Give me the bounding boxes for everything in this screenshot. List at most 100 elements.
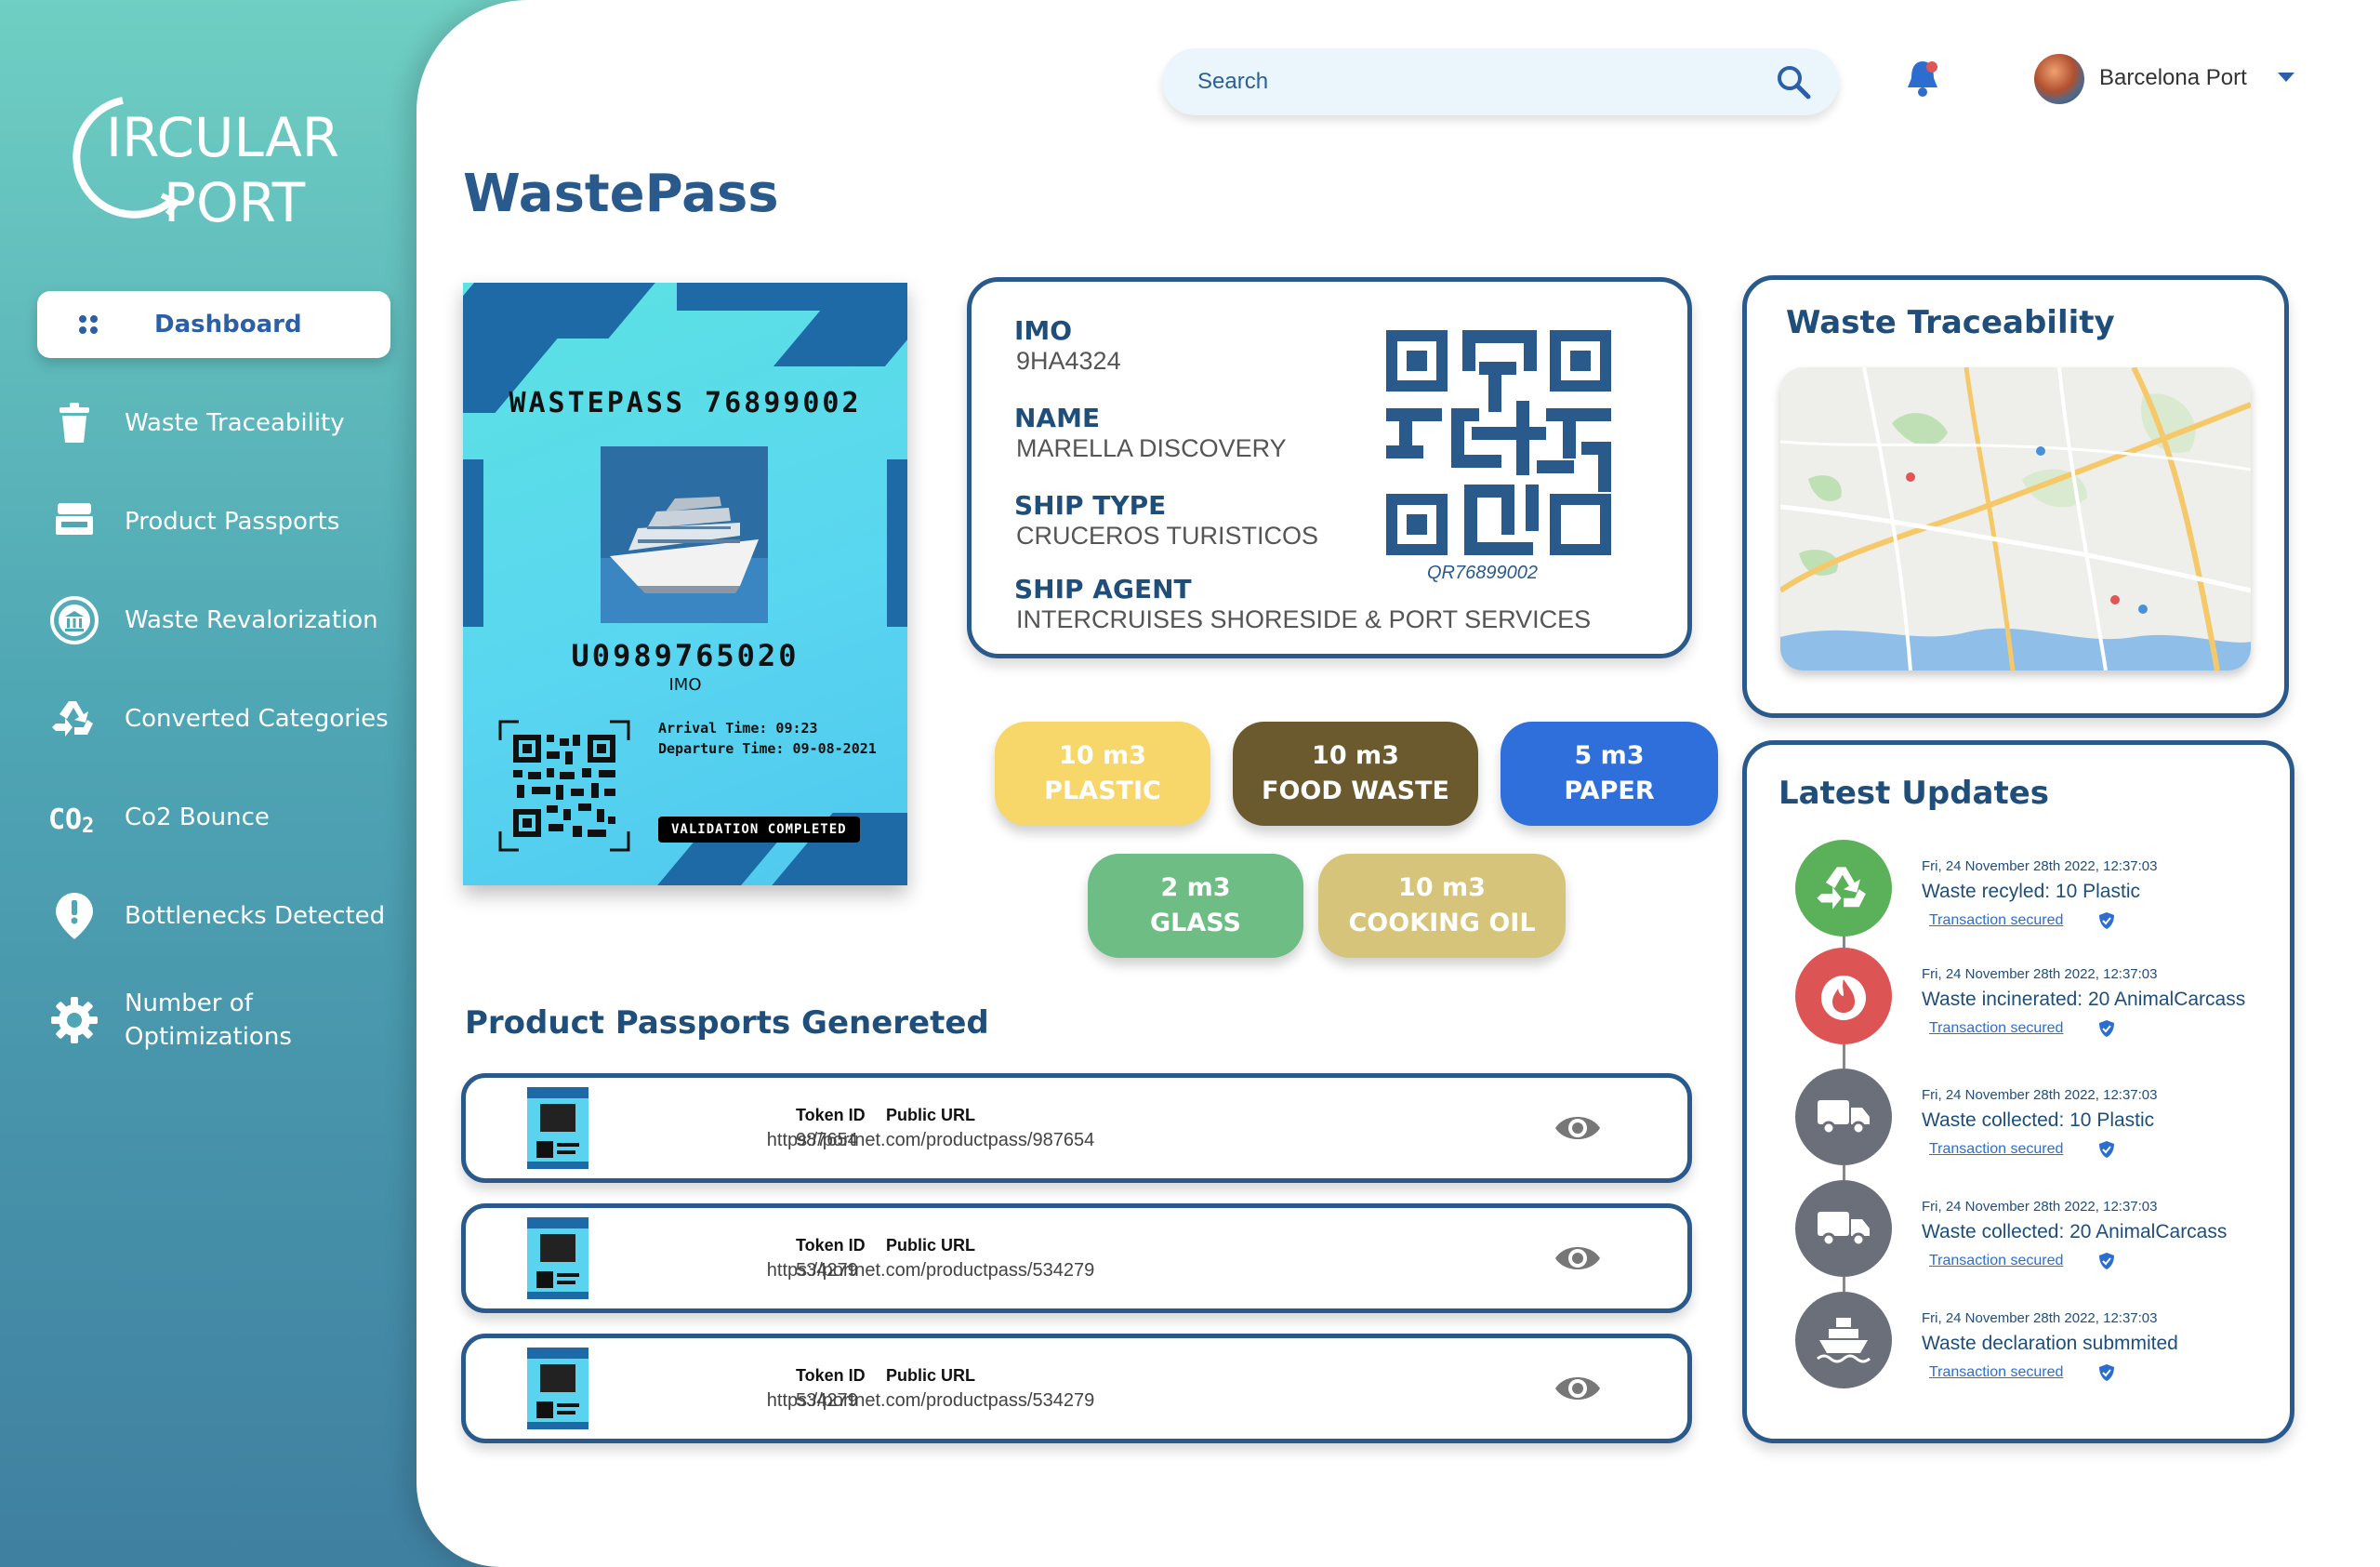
waste-chip-cooking-oil[interactable]: 10 m3 COOKING OIL (1318, 854, 1566, 958)
passport-row[interactable]: Token ID 534279 Public URL https://portn… (461, 1334, 1692, 1443)
sidebar: IRCULAR PORT Dashboard Waste Traceabilit… (0, 0, 428, 1567)
avatar[interactable] (2034, 54, 2084, 104)
trash-icon (46, 395, 102, 451)
sidebar-item-waste-revalorization[interactable]: Waste Revalorization (37, 587, 390, 654)
departure-time: Departure Time: 09-08-2021 (658, 740, 877, 757)
arrival-time: Arrival Time: 09:23 (658, 720, 818, 737)
waste-type: PLASTIC (1044, 777, 1161, 805)
update-item: Fri, 24 November 28th 2022, 12:37:03 Was… (1795, 840, 2279, 938)
waste-chip-food-waste[interactable]: 10 m3 FOOD WASTE (1233, 722, 1478, 826)
update-time: Fri, 24 November 28th 2022, 12:37:03 (1922, 858, 2158, 874)
shield-check-icon (2099, 912, 2114, 929)
sidebar-item-waste-traceability[interactable]: Waste Traceability (37, 390, 390, 457)
alert-pin-icon (46, 888, 102, 944)
passport-icon (46, 494, 102, 550)
sidebar-item-dashboard[interactable]: Dashboard (37, 291, 390, 358)
update-text: Waste collected: 10 Plastic (1922, 1109, 2155, 1131)
passport-thumbnail (527, 1087, 588, 1169)
sidebar-item-number-of-optimizations[interactable]: Number of Optimizations (37, 981, 390, 1059)
qr-code-icon[interactable] (1386, 330, 1611, 555)
passport-row[interactable]: Token ID 534279 Public URL https://portn… (461, 1203, 1692, 1313)
sidebar-item-label: Number of Optimizations (125, 989, 292, 1051)
transaction-secured-link[interactable]: Transaction secured (1929, 912, 2063, 929)
transaction-secured-link[interactable]: Transaction secured (1929, 1141, 2063, 1158)
waste-amount: 10 m3 (1398, 873, 1486, 902)
ship-type-label: SHIP TYPE (1014, 490, 1167, 521)
passport-thumbnail (527, 1217, 588, 1299)
shield-check-icon (2099, 1364, 2114, 1381)
sidebar-item-label: Bottlenecks Detected (125, 902, 386, 930)
eye-icon[interactable] (1554, 1111, 1602, 1145)
update-item: Fri, 24 November 28th 2022, 12:37:03 Was… (1795, 1069, 2279, 1167)
waste-amount: 2 m3 (1160, 873, 1231, 902)
waste-chip-plastic[interactable]: 10 m3 PLASTIC (995, 722, 1210, 826)
bank-icon (46, 592, 102, 648)
ship-id-label: IMO (668, 675, 702, 695)
name-label: NAME (1014, 403, 1101, 433)
search-bar (1162, 48, 1839, 115)
ship-agent-value: INTERCRUISES SHORESIDE & PORT SERVICES (1016, 605, 1592, 633)
passport-row[interactable]: Token ID 987654 Public URL https://portn… (461, 1073, 1692, 1183)
search-input[interactable] (1197, 69, 1776, 95)
waste-amount: 10 m3 (1312, 741, 1399, 770)
sidebar-item-co2-bounce[interactable]: CO 2 Co2 Bounce (37, 784, 390, 851)
update-text: Waste declaration submmited (1922, 1333, 2178, 1354)
update-text: Waste recyled: 10 Plastic (1922, 881, 2140, 902)
pass-times: Arrival Time: 09:23 Departure Time: 09-0… (658, 718, 877, 759)
update-item: Fri, 24 November 28th 2022, 12:37:03 Was… (1795, 948, 2279, 1046)
latest-updates-title: Latest Updates (1778, 775, 2050, 812)
sidebar-item-converted-categories[interactable]: Converted Categories (37, 685, 390, 752)
sidebar-item-bottlenecks-detected[interactable]: Bottlenecks Detected (37, 883, 390, 949)
update-item: Fri, 24 November 28th 2022, 12:37:03 Was… (1795, 1292, 2279, 1390)
sidebar-item-label: Product Passports (125, 508, 340, 536)
ship-agent-label: SHIP AGENT (1014, 574, 1192, 604)
eye-icon[interactable] (1554, 1242, 1602, 1275)
sidebar-item-label: Waste Traceability (125, 409, 345, 437)
gear-icon (46, 992, 102, 1048)
truck-icon (1795, 1069, 1892, 1165)
passport-thumbnail (527, 1348, 588, 1429)
sidebar-item-product-passports[interactable]: Product Passports (37, 488, 390, 555)
svg-text:2: 2 (82, 815, 94, 834)
qr-code-icon[interactable] (498, 720, 630, 852)
user-name[interactable]: Barcelona Port (2099, 65, 2247, 91)
ship-info-card: IMO 9HA4324 NAME MARELLA DISCOVERY SHIP … (967, 277, 1692, 658)
public-url-value[interactable]: https://portnet.com/productpass/534279 (466, 1390, 1395, 1412)
latest-updates-card: Latest Updates Fri, 24 November 28th 202… (1742, 740, 2294, 1443)
shield-check-icon (2099, 1020, 2114, 1037)
search-icon[interactable] (1776, 64, 1811, 100)
transaction-secured-link[interactable]: Transaction secured (1929, 1364, 2063, 1381)
transaction-secured-link[interactable]: Transaction secured (1929, 1020, 2063, 1037)
update-time: Fri, 24 November 28th 2022, 12:37:03 (1922, 1087, 2158, 1103)
transaction-secured-link[interactable]: Transaction secured (1929, 1253, 2063, 1269)
validation-badge: VALIDATION COMPLETED (658, 817, 860, 843)
waste-amount: 5 m3 (1574, 741, 1645, 770)
chevron-down-icon[interactable] (2278, 73, 2294, 82)
waste-chip-paper[interactable]: 5 m3 PAPER (1501, 722, 1718, 826)
ship-id: U0989765020 (571, 638, 800, 673)
public-url-value[interactable]: https://portnet.com/productpass/534279 (466, 1260, 1395, 1281)
sidebar-item-label: Converted Categories (125, 705, 389, 733)
name-value: MARELLA DISCOVERY (1016, 434, 1287, 462)
update-time: Fri, 24 November 28th 2022, 12:37:03 (1922, 966, 2158, 982)
circular-port-logo: IRCULAR PORT (73, 97, 339, 232)
wastepass-card: WASTEPASS 76899002 U0989765020 IMO Arriv… (463, 283, 907, 885)
public-url-label: Public URL (885, 1366, 975, 1385)
truck-icon (1795, 1180, 1892, 1277)
waste-chip-glass[interactable]: 2 m3 GLASS (1088, 854, 1303, 958)
bell-icon[interactable] (1904, 58, 1941, 99)
shield-check-icon (2099, 1141, 2114, 1158)
logo-line1: IRCULAR (106, 106, 339, 169)
waste-type: COOKING OIL (1348, 909, 1536, 937)
eye-icon[interactable] (1554, 1372, 1602, 1405)
imo-value: 9HA4324 (1016, 347, 1121, 375)
waste-traceability-card: Waste Traceability (1742, 275, 2289, 718)
public-url-label: Public URL (885, 1236, 975, 1255)
shield-check-icon (2099, 1253, 2114, 1269)
public-url-value[interactable]: https://portnet.com/productpass/987654 (466, 1130, 1395, 1151)
product-passports-title: Product Passports Genereted (465, 1004, 989, 1042)
ship-type-value: CRUCEROS TURISTICOS (1016, 522, 1319, 550)
logo-line2: PORT (164, 171, 306, 232)
traceability-map[interactable] (1780, 367, 2251, 671)
card-stripe (640, 841, 779, 885)
